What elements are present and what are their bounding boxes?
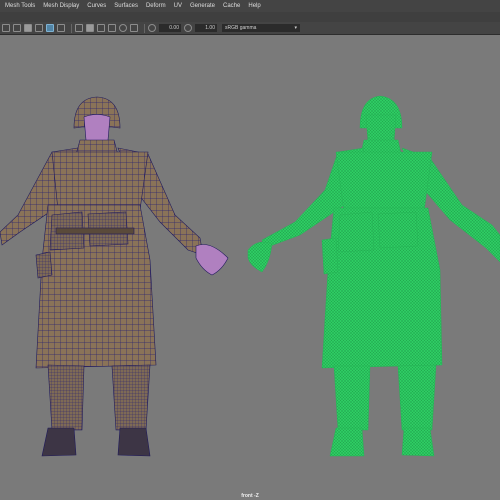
select-camera-icon[interactable] bbox=[2, 24, 10, 32]
viewport-3d[interactable]: front -Z bbox=[0, 36, 500, 500]
textured-icon[interactable] bbox=[108, 24, 116, 32]
toolbar-divider bbox=[71, 23, 72, 33]
gamma-field[interactable]: 1.00 bbox=[195, 24, 217, 32]
lights-icon[interactable] bbox=[119, 24, 127, 32]
smooth-shade-icon[interactable] bbox=[86, 24, 94, 32]
soldier-wireframe-green[interactable] bbox=[247, 95, 500, 457]
bookmark-icon[interactable] bbox=[24, 24, 32, 32]
menu-mesh-display[interactable]: Mesh Display bbox=[39, 0, 83, 12]
menu-uv[interactable]: UV bbox=[170, 0, 186, 12]
soldier-wireframe-shaded[interactable] bbox=[0, 96, 229, 457]
image-plane-icon[interactable] bbox=[35, 24, 43, 32]
menu-generate[interactable]: Generate bbox=[186, 0, 219, 12]
exposure-icon[interactable] bbox=[148, 24, 156, 32]
wireframe-icon[interactable] bbox=[75, 24, 83, 32]
film-gate-icon[interactable] bbox=[57, 24, 65, 32]
wireframe-on-shaded-icon[interactable] bbox=[97, 24, 105, 32]
toolbar-divider bbox=[144, 23, 145, 33]
menu-cache[interactable]: Cache bbox=[219, 0, 244, 12]
panel-menu-strip bbox=[0, 12, 500, 22]
viewport-toolbar: 0.00 1.00 sRGB gamma ▾ bbox=[0, 22, 500, 35]
color-space-value: sRGB gamma bbox=[225, 25, 257, 31]
menu-mesh-tools[interactable]: Mesh Tools bbox=[1, 0, 39, 12]
color-space-dropdown[interactable]: sRGB gamma ▾ bbox=[222, 24, 300, 32]
menu-help[interactable]: Help bbox=[244, 0, 264, 12]
menu-deform[interactable]: Deform bbox=[142, 0, 170, 12]
grid-icon[interactable] bbox=[46, 24, 54, 32]
viewport-scene bbox=[0, 95, 500, 457]
menu-bar: Mesh Tools Mesh Display Curves Surfaces … bbox=[0, 0, 500, 12]
shadows-icon[interactable] bbox=[130, 24, 138, 32]
chevron-down-icon: ▾ bbox=[294, 25, 297, 31]
camera-attributes-icon[interactable] bbox=[13, 24, 21, 32]
menu-curves[interactable]: Curves bbox=[83, 0, 110, 12]
gamma-icon[interactable] bbox=[184, 24, 192, 32]
exposure-field[interactable]: 0.00 bbox=[159, 24, 181, 32]
camera-label: front -Z bbox=[241, 493, 259, 499]
menu-surfaces[interactable]: Surfaces bbox=[110, 0, 142, 12]
